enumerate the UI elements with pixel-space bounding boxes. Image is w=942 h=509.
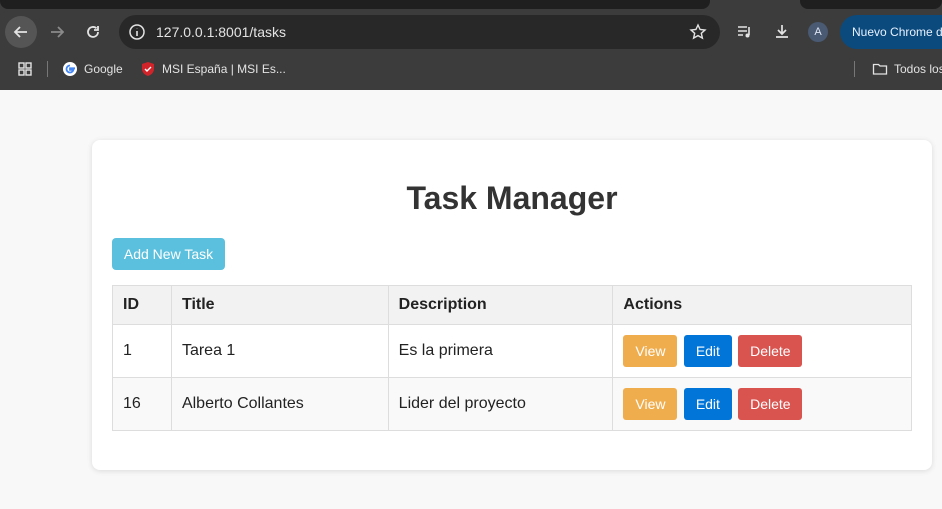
url-text[interactable]: 127.0.0.1:8001/tasks — [156, 24, 286, 40]
column-header-id: ID — [112, 285, 172, 325]
delete-button[interactable]: Delete — [738, 388, 803, 420]
view-button[interactable]: View — [623, 335, 678, 367]
column-header-actions: Actions — [612, 285, 912, 325]
browser-chrome: 127.0.0.1:8001/tasks A Nuevo Chrome d Go… — [0, 0, 942, 90]
apps-button[interactable] — [17, 61, 33, 77]
downloads-button[interactable] — [766, 16, 798, 48]
bookmark-label: Todos los — [894, 62, 942, 76]
delete-button[interactable]: Delete — [738, 335, 803, 367]
task-actions: View Edit Delete — [612, 377, 912, 431]
bookmark-all-folder[interactable]: Todos los — [872, 61, 942, 77]
back-button[interactable] — [5, 16, 37, 48]
task-id: 16 — [112, 377, 172, 431]
task-description: Es la primera — [387, 324, 614, 378]
apps-grid-icon — [18, 62, 32, 76]
edit-button[interactable]: Edit — [683, 335, 732, 367]
table-row: 16 Alberto Collantes Lider del proyecto … — [112, 377, 912, 431]
table-header-row: ID Title Description Actions — [112, 285, 912, 325]
site-info-icon[interactable] — [128, 23, 146, 41]
bookmarks-divider — [854, 61, 855, 77]
address-bar[interactable]: 127.0.0.1:8001/tasks — [119, 15, 720, 49]
reload-button[interactable] — [77, 16, 109, 48]
bookmarks-bar: Google MSI España | MSI Es... Todos los — [0, 56, 942, 82]
star-icon[interactable] — [689, 23, 707, 41]
folder-icon — [872, 63, 888, 75]
arrow-right-icon — [51, 26, 65, 38]
task-id: 1 — [112, 324, 172, 378]
view-button[interactable]: View — [623, 388, 678, 420]
bookmark-msi[interactable]: MSI España | MSI Es... — [140, 61, 286, 77]
playlist-icon — [738, 26, 750, 38]
download-icon — [776, 25, 788, 38]
table-row: 1 Tarea 1 Es la primera View Edit Delete — [112, 324, 912, 378]
tasks-table: ID Title Description Actions 1 Tarea 1 E… — [112, 285, 912, 431]
edit-button[interactable]: Edit — [683, 388, 732, 420]
task-title: Alberto Collantes — [170, 377, 389, 431]
chrome-promo-chip[interactable]: Nuevo Chrome d — [840, 15, 942, 49]
google-logo-icon — [63, 62, 77, 76]
bookmarks-divider — [47, 61, 48, 77]
page-title: Task Manager — [406, 180, 618, 216]
task-description: Lider del proyecto — [387, 377, 614, 431]
tab-strip-right — [800, 0, 942, 9]
bookmark-google[interactable]: Google — [62, 61, 123, 77]
bookmark-label: MSI España | MSI Es... — [162, 62, 286, 76]
task-actions: View Edit Delete — [612, 324, 912, 378]
bookmark-label: Google — [84, 62, 123, 76]
msi-shield-icon — [142, 62, 154, 76]
column-header-description: Description — [387, 285, 614, 325]
profile-avatar[interactable]: A — [808, 22, 828, 42]
reload-icon — [87, 26, 99, 38]
forward-button[interactable] — [41, 16, 73, 48]
task-title: Tarea 1 — [170, 324, 389, 378]
tab-strip — [0, 0, 710, 9]
media-button[interactable] — [729, 16, 761, 48]
arrow-left-icon — [13, 26, 27, 38]
column-header-title: Title — [170, 285, 389, 325]
add-task-button[interactable]: Add New Task — [112, 238, 225, 270]
